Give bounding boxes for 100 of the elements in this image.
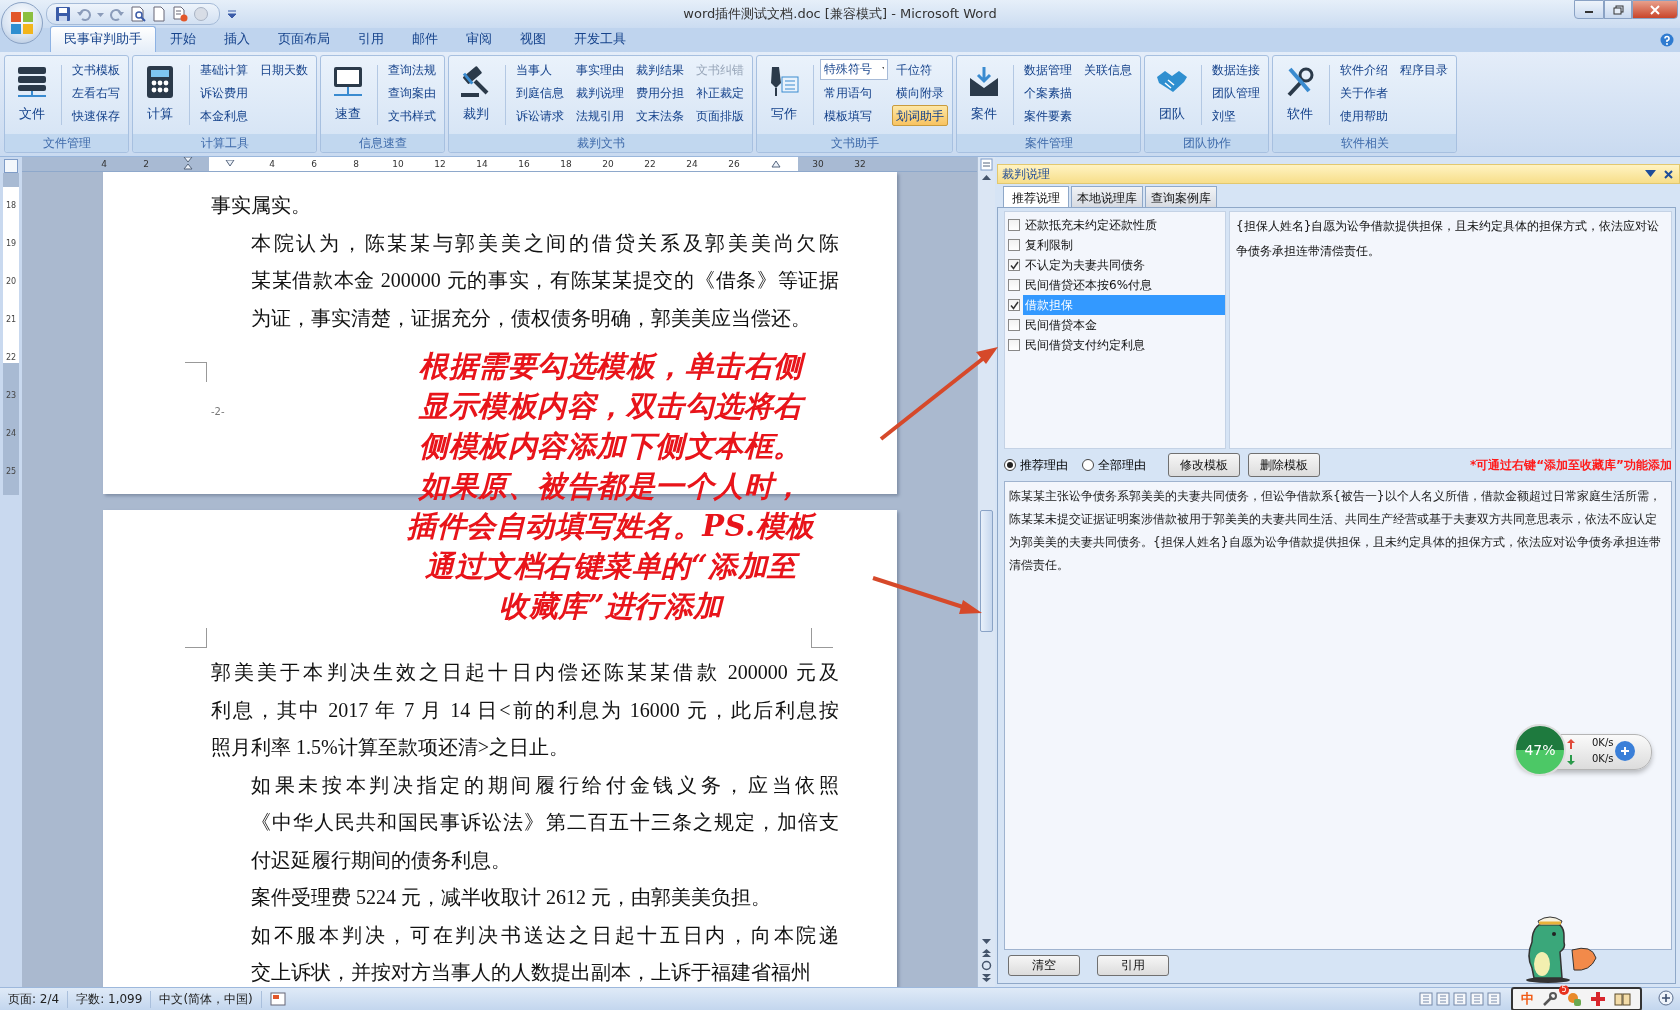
ribbon-button[interactable]: 诉讼请求: [512, 105, 568, 126]
zoom-in-icon[interactable]: [1658, 990, 1674, 1006]
template-item[interactable]: 还款抵充未约定还款性质: [1023, 215, 1225, 235]
tab-selector[interactable]: [4, 159, 18, 173]
ribbon-button[interactable]: 诉讼费用: [196, 82, 252, 103]
template-item[interactable]: 不认定为夫妻共同债务: [1023, 255, 1225, 275]
checkbox[interactable]: [1008, 339, 1020, 351]
template-item[interactable]: 复利限制: [1023, 235, 1225, 255]
wrench-icon[interactable]: [1542, 991, 1558, 1007]
dropdown[interactable]: 特殊符号: [820, 59, 888, 80]
template-item[interactable]: 民间借贷还本按6%付息: [1023, 275, 1225, 295]
macro-record-icon[interactable]: [269, 992, 286, 1006]
dropdown-icon[interactable]: [1645, 170, 1656, 178]
ribbon-button[interactable]: 千位符: [892, 59, 948, 80]
template-button[interactable]: 删除模板: [1248, 453, 1320, 477]
previous-page-icon[interactable]: [981, 948, 992, 958]
cross-icon[interactable]: [1590, 991, 1606, 1007]
checkbox[interactable]: [1008, 279, 1020, 291]
ribbon-button[interactable]: 基础计算: [196, 59, 252, 80]
close-button[interactable]: [1632, 0, 1678, 19]
ruler-toggle-icon[interactable]: [980, 158, 993, 171]
ribbon-large-button[interactable]: 文件: [9, 59, 55, 131]
ribbon-button[interactable]: 左看右写: [68, 82, 124, 103]
ribbon-button[interactable]: 事实理由: [572, 59, 628, 80]
ribbon-tab[interactable]: 页面布局: [264, 26, 344, 52]
outline-icon[interactable]: [1470, 992, 1484, 1006]
ribbon-button[interactable]: 关联信息: [1080, 59, 1136, 80]
status-text[interactable]: 页面: 2/4: [0, 990, 69, 1008]
pane-tab[interactable]: 查询案例库: [1145, 186, 1217, 207]
checkbox[interactable]: [1008, 319, 1020, 331]
checkbox[interactable]: [1008, 299, 1020, 311]
ribbon-large-button[interactable]: 写作: [761, 59, 807, 131]
scroll-down-icon[interactable]: [982, 937, 991, 946]
status-text[interactable]: 中文(简体，中国): [151, 990, 262, 1008]
ribbon-button[interactable]: 刘坚: [1208, 105, 1264, 126]
action-button[interactable]: 清空: [1008, 955, 1080, 976]
ribbon-button[interactable]: 个案素描: [1020, 82, 1076, 103]
ribbon-button[interactable]: 文书模板: [68, 59, 124, 80]
action-button[interactable]: 引用: [1097, 955, 1169, 976]
minimize-button[interactable]: [1574, 0, 1604, 19]
ribbon-button[interactable]: 团队管理: [1208, 82, 1264, 103]
save-icon[interactable]: [55, 6, 71, 22]
undo-icon[interactable]: [76, 6, 92, 22]
browse-object-icon[interactable]: [981, 960, 992, 971]
ribbon-button[interactable]: 查询案由: [384, 82, 440, 103]
pane-tab[interactable]: 推荐说理: [1003, 186, 1069, 207]
ribbon-button[interactable]: 使用帮助: [1336, 105, 1392, 126]
left-indent-marker[interactable]: [183, 157, 193, 171]
print-preview-icon[interactable]: [130, 6, 146, 22]
radio-button[interactable]: [1082, 459, 1094, 471]
ribbon-button[interactable]: 快速保存: [68, 105, 124, 126]
document-gear-icon[interactable]: [172, 6, 188, 22]
ribbon-large-button[interactable]: 案件: [961, 59, 1007, 131]
reading-layout-icon[interactable]: [1436, 992, 1450, 1006]
first-line-indent-marker[interactable]: [225, 160, 235, 168]
ribbon-button[interactable]: 横向附录: [892, 82, 948, 103]
ribbon-tab[interactable]: 开始: [156, 26, 210, 52]
vertical-scrollbar[interactable]: [977, 157, 995, 987]
redo-icon[interactable]: [109, 6, 125, 22]
ribbon-button[interactable]: 划词助手: [892, 105, 948, 126]
status-text[interactable]: 字数: 1,099: [68, 990, 152, 1008]
ribbon-button[interactable]: 常用语句: [820, 82, 888, 103]
ribbon-tab[interactable]: 民事审判助手: [50, 26, 156, 52]
ribbon-tab[interactable]: 引用: [344, 26, 398, 52]
next-page-icon[interactable]: [981, 973, 992, 983]
ribbon-button[interactable]: 法规引用: [572, 105, 628, 126]
ribbon-tab[interactable]: 开发工具: [560, 26, 640, 52]
ribbon-button[interactable]: 裁判说理: [572, 82, 628, 103]
ribbon-large-button[interactable]: 团队: [1149, 59, 1195, 131]
ribbon-button[interactable]: 补正裁定: [692, 82, 748, 103]
scroll-up-icon[interactable]: [982, 173, 991, 182]
ribbon-button[interactable]: 费用分担: [632, 82, 688, 103]
ribbon-button[interactable]: 模板填写: [820, 105, 888, 126]
web-layout-icon[interactable]: [1453, 992, 1467, 1006]
ribbon-tab[interactable]: 审阅: [452, 26, 506, 52]
close-icon[interactable]: [1664, 169, 1673, 179]
ribbon-button[interactable]: 案件要素: [1020, 105, 1076, 126]
ribbon-large-button[interactable]: 计算: [137, 59, 183, 131]
checkbox[interactable]: [1008, 259, 1020, 271]
draft-icon[interactable]: [1487, 992, 1501, 1006]
checkbox[interactable]: [1008, 219, 1020, 231]
office-button[interactable]: [1, 2, 43, 44]
ribbon-button[interactable]: 到庭信息: [512, 82, 568, 103]
scrollbar-thumb[interactable]: [980, 510, 993, 632]
restore-button[interactable]: [1604, 0, 1632, 19]
ribbon-button[interactable]: 裁判结果: [632, 59, 688, 80]
checkbox[interactable]: [1008, 239, 1020, 251]
ribbon-button[interactable]: 数据管理: [1020, 59, 1076, 80]
radio-button[interactable]: [1004, 459, 1016, 471]
ribbon-tab[interactable]: 插入: [210, 26, 264, 52]
right-indent-marker[interactable]: [771, 160, 781, 168]
ribbon-button[interactable]: 程序目录: [1396, 59, 1452, 80]
ribbon-button[interactable]: 软件介绍: [1336, 59, 1392, 80]
ribbon-tab[interactable]: 邮件: [398, 26, 452, 52]
ribbon-button[interactable]: 查询法规: [384, 59, 440, 80]
book-icon[interactable]: [1614, 991, 1632, 1007]
ribbon-button[interactable]: 当事人: [512, 59, 568, 80]
template-item[interactable]: 民间借贷本金: [1023, 315, 1225, 335]
pane-tab[interactable]: 本地说理库: [1071, 186, 1143, 207]
template-item[interactable]: 民间借贷支付约定利息: [1023, 335, 1225, 355]
